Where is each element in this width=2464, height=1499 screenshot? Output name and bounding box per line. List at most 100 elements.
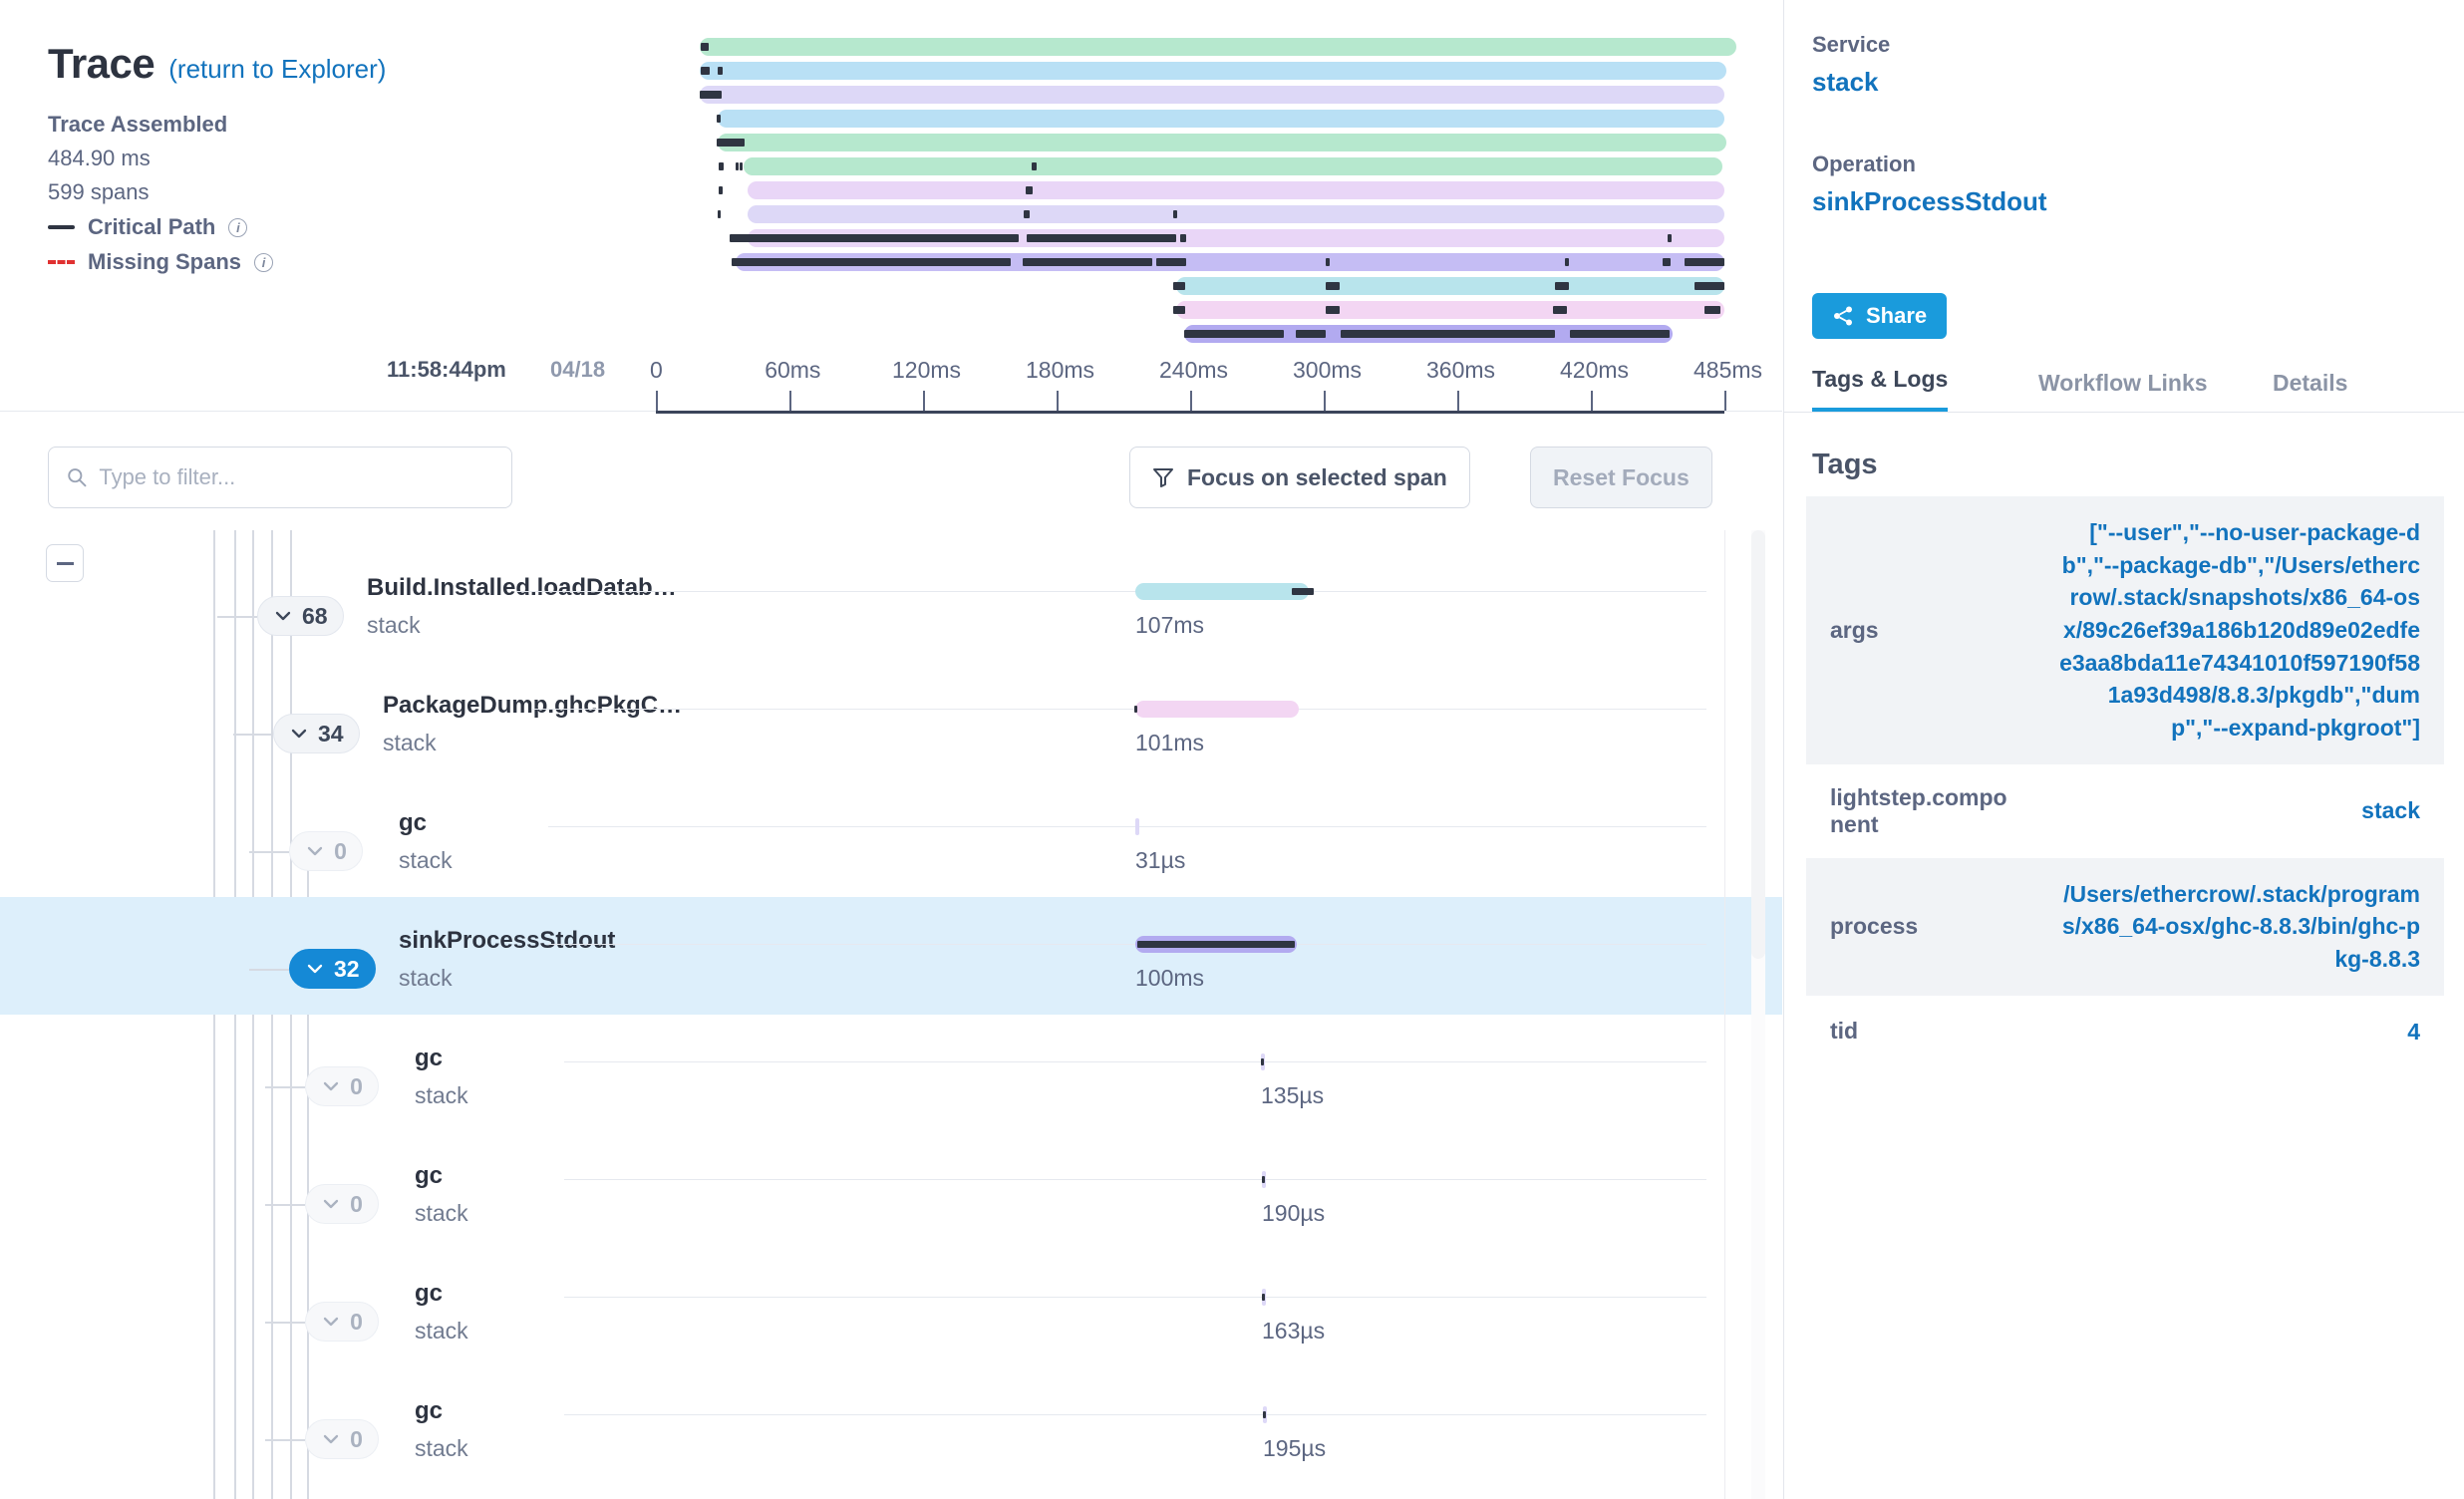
tag-key: tid: [1830, 1018, 1859, 1045]
chevron-down-icon: [275, 611, 291, 621]
chevron-down-icon: [307, 964, 323, 974]
tag-row: tid 4: [1806, 996, 2444, 1068]
return-to-explorer-link[interactable]: (return to Explorer): [168, 54, 386, 85]
trace-span-count: 599 spans: [48, 179, 150, 204]
search-input[interactable]: [99, 464, 493, 490]
minimap-row: [688, 277, 1776, 295]
axis-tick-label: 0: [650, 357, 663, 383]
minimap-row: [688, 301, 1776, 319]
span-duration-label: 101ms: [1135, 730, 1205, 755]
span-row[interactable]: 34 PackageDump.ghcPkgC… stack 101ms: [0, 662, 1782, 779]
span-row[interactable]: 32 sinkProcessStdout stack 100ms: [0, 897, 1782, 1015]
tab-tags-and-logs[interactable]: Tags & Logs: [1812, 366, 1949, 412]
span-expand-chip[interactable]: 0: [289, 831, 363, 871]
span-row-partial[interactable]: [0, 1485, 1782, 1499]
service-block: Service stack: [1812, 32, 1890, 98]
span-row[interactable]: 0 gc stack 190µs: [0, 1132, 1782, 1250]
span-expand-chip[interactable]: 68: [257, 596, 344, 636]
tree-connector: [249, 969, 289, 971]
span-child-count: 0: [350, 1072, 363, 1099]
span-expand-chip[interactable]: 0: [305, 1066, 379, 1106]
tag-key: lightstep.component: [1830, 783, 2007, 837]
minimap-critical-path-segment: [1326, 306, 1340, 314]
minimap-row: [688, 38, 1776, 56]
share-button[interactable]: Share: [1812, 293, 1948, 339]
span-row[interactable]: 0 gc stack 195µs: [0, 1367, 1782, 1485]
axis-date: 04/18: [550, 357, 606, 382]
timeline-column-divider: [1724, 530, 1725, 1499]
span-expand-chip[interactable]: 0: [305, 1419, 379, 1459]
filter-search-box[interactable]: [48, 447, 512, 508]
info-icon[interactable]: i: [254, 252, 274, 272]
span-track-line: [548, 826, 1706, 827]
span-name[interactable]: Build.Installed.loadDatab…: [367, 574, 677, 602]
minimap-row: [688, 181, 1776, 199]
span-row[interactable]: 0 gc stack 135µs: [0, 1015, 1782, 1132]
share-button-label: Share: [1866, 303, 1928, 328]
minimap-row: [688, 86, 1776, 104]
tag-value[interactable]: ["--user","--no-user-package-db","--pack…: [2035, 496, 2444, 764]
span-name[interactable]: gc: [415, 1045, 443, 1072]
minimap-critical-path-segment: [1173, 210, 1177, 218]
span-duration-label: 195µs: [1263, 1435, 1327, 1461]
span-expand-chip[interactable]: 0: [305, 1184, 379, 1224]
span-track-line: [564, 1414, 1706, 1415]
minimap-critical-path-segment: [719, 186, 723, 194]
tab-workflow-links[interactable]: Workflow Links: [2038, 370, 2208, 412]
span-duration-bar[interactable]: [1135, 818, 1139, 835]
span-duration-label: 31µs: [1135, 847, 1186, 873]
span-name[interactable]: PackageDump.ghcPkgC…: [383, 692, 682, 720]
axis-tick-label: 60ms: [765, 357, 821, 383]
info-icon[interactable]: i: [228, 217, 248, 237]
span-list[interactable]: 68 Build.Installed.loadDatab… stack 107ms 34…: [0, 530, 1782, 1499]
span-child-count: 0: [350, 1190, 363, 1217]
axis-tick-label: 240ms: [1159, 357, 1229, 383]
span-expand-chip[interactable]: 34: [273, 714, 360, 753]
span-list-scrollbar[interactable]: [1751, 530, 1765, 1499]
span-row[interactable]: 0 gc stack 163µs: [0, 1250, 1782, 1367]
span-name[interactable]: sinkProcessStdout: [399, 927, 615, 955]
span-name[interactable]: gc: [415, 1280, 443, 1308]
tag-value[interactable]: stack: [2035, 774, 2444, 847]
span-expand-chip[interactable]: 32: [289, 949, 376, 989]
span-service-name: stack: [383, 730, 437, 755]
span-name[interactable]: gc: [399, 809, 427, 837]
span-critical-path-segment: [1263, 1411, 1266, 1418]
minimap-row: [688, 205, 1776, 223]
tab-details[interactable]: Details: [2273, 370, 2347, 412]
span-name[interactable]: gc: [415, 1162, 443, 1190]
minimap-critical-path-segment: [1032, 162, 1037, 170]
focus-button-label: Focus on selected span: [1187, 463, 1447, 490]
minimap-critical-path-segment: [1663, 258, 1671, 266]
trace-title-row: Trace (return to Explorer): [48, 40, 686, 88]
focus-on-selected-span-button[interactable]: Focus on selected span: [1129, 447, 1470, 508]
minimap-critical-path-segment: [1024, 210, 1030, 218]
span-critical-path-segment: [1262, 1176, 1265, 1183]
trace-minimap[interactable]: [688, 38, 1776, 343]
span-name[interactable]: gc: [415, 1397, 443, 1425]
details-tabs: Tags & Logs Workflow Links Details: [1784, 351, 2464, 413]
service-value[interactable]: stack: [1812, 67, 1890, 98]
reset-button-label: Reset Focus: [1553, 463, 1690, 490]
span-child-count: 0: [350, 1308, 363, 1335]
reset-focus-button[interactable]: Reset Focus: [1530, 447, 1712, 508]
span-duration-bar[interactable]: [1135, 701, 1299, 718]
tag-value[interactable]: 4: [2035, 996, 2444, 1068]
span-row[interactable]: 0 gc stack 31µs: [0, 779, 1782, 897]
tag-value[interactable]: /Users/ethercrow/.stack/programs/x86_64-…: [2035, 858, 2444, 996]
axis-tick-label: 420ms: [1560, 357, 1630, 383]
operation-value[interactable]: sinkProcessStdout: [1812, 186, 2047, 217]
minimap-span-bar: [700, 38, 1736, 56]
minimap-critical-path-segment: [736, 162, 739, 170]
span-duration-bar[interactable]: [1135, 583, 1309, 600]
span-child-count: 0: [350, 1425, 363, 1452]
tag-key: args: [1830, 616, 1879, 643]
span-row[interactable]: 68 Build.Installed.loadDatab… stack 107ms: [0, 544, 1782, 662]
span-track-line: [564, 1297, 1706, 1298]
minimap-critical-path-segment: [717, 115, 721, 123]
span-expand-chip[interactable]: 0: [305, 1302, 379, 1342]
span-list-scrollbar-thumb[interactable]: [1751, 530, 1765, 959]
chevron-down-icon: [323, 1081, 339, 1091]
span-service-name: stack: [399, 847, 453, 873]
span-service-name: stack: [415, 1435, 468, 1461]
